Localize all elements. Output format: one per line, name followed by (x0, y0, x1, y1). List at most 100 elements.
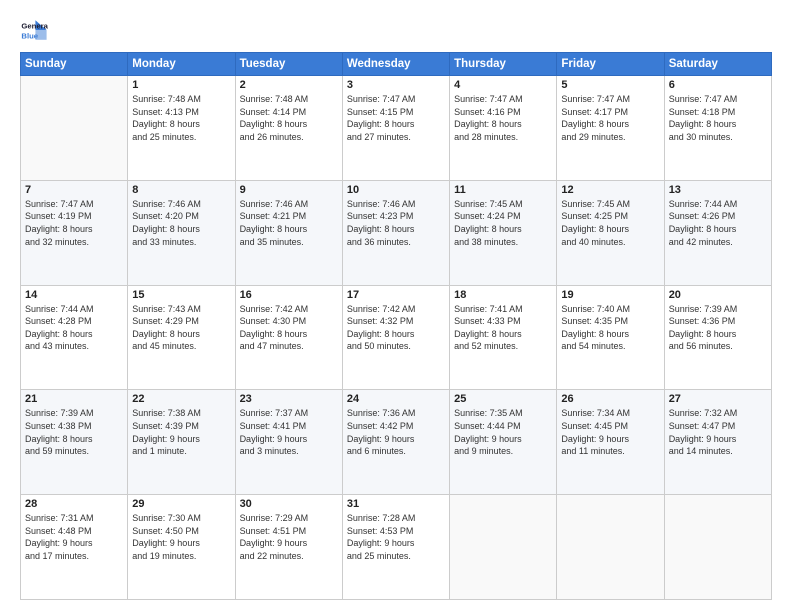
day-info: Sunrise: 7:46 AM Sunset: 4:23 PM Dayligh… (347, 198, 445, 248)
day-info: Sunrise: 7:41 AM Sunset: 4:33 PM Dayligh… (454, 303, 552, 353)
weekday-header-tuesday: Tuesday (235, 53, 342, 76)
day-number: 23 (240, 393, 338, 405)
week-row-3: 21 Sunrise: 7:39 AM Sunset: 4:38 PM Dayli… (21, 390, 772, 495)
day-cell: 17 Sunrise: 7:42 AM Sunset: 4:32 PM Dayli… (342, 285, 449, 390)
weekday-header-sunday: Sunday (21, 53, 128, 76)
day-cell: 2 Sunrise: 7:48 AM Sunset: 4:14 PM Daylig… (235, 76, 342, 181)
day-cell: 31 Sunrise: 7:28 AM Sunset: 4:53 PM Dayli… (342, 495, 449, 600)
day-cell: 9Sunrise: 7:46 AM Sunset: 4:21 PM Daylig… (235, 180, 342, 285)
day-number: 15 (132, 289, 230, 301)
day-cell: 3 Sunrise: 7:47 AM Sunset: 4:15 PM Daylig… (342, 76, 449, 181)
day-number: 24 (347, 393, 445, 405)
day-info: Sunrise: 7:42 AM Sunset: 4:30 PM Dayligh… (240, 303, 338, 353)
day-info: Sunrise: 7:37 AM Sunset: 4:41 PM Dayligh… (240, 407, 338, 457)
day-number: 17 (347, 289, 445, 301)
day-cell (664, 495, 771, 600)
day-number: 10 (347, 184, 445, 196)
day-info: Sunrise: 7:47 AM Sunset: 4:15 PM Dayligh… (347, 93, 445, 143)
day-cell: 27 Sunrise: 7:32 AM Sunset: 4:47 PM Dayli… (664, 390, 771, 495)
day-cell: 19Sunrise: 7:40 AM Sunset: 4:35 PM Dayli… (557, 285, 664, 390)
day-number: 21 (25, 393, 123, 405)
day-number: 1 (132, 79, 230, 91)
day-number: 11 (454, 184, 552, 196)
day-cell: 18Sunrise: 7:41 AM Sunset: 4:33 PM Dayli… (450, 285, 557, 390)
day-cell: 5Sunrise: 7:47 AM Sunset: 4:17 PM Daylig… (557, 76, 664, 181)
day-info: Sunrise: 7:48 AM Sunset: 4:13 PM Dayligh… (132, 93, 230, 143)
week-row-1: 7Sunrise: 7:47 AM Sunset: 4:19 PM Daylig… (21, 180, 772, 285)
day-number: 5 (561, 79, 659, 91)
day-cell: 24 Sunrise: 7:36 AM Sunset: 4:42 PM Dayli… (342, 390, 449, 495)
weekday-header-saturday: Saturday (664, 53, 771, 76)
day-info: Sunrise: 7:45 AM Sunset: 4:24 PM Dayligh… (454, 198, 552, 248)
day-cell: 14 Sunrise: 7:44 AM Sunset: 4:28 PM Dayli… (21, 285, 128, 390)
day-cell: 30Sunrise: 7:29 AM Sunset: 4:51 PM Dayli… (235, 495, 342, 600)
day-info: Sunrise: 7:39 AM Sunset: 4:38 PM Dayligh… (25, 407, 123, 457)
day-info: Sunrise: 7:44 AM Sunset: 4:28 PM Dayligh… (25, 303, 123, 353)
day-cell: 13Sunrise: 7:44 AM Sunset: 4:26 PM Dayli… (664, 180, 771, 285)
day-cell (557, 495, 664, 600)
day-cell: 28 Sunrise: 7:31 AM Sunset: 4:48 PM Dayli… (21, 495, 128, 600)
day-cell: 7Sunrise: 7:47 AM Sunset: 4:19 PM Daylig… (21, 180, 128, 285)
day-number: 4 (454, 79, 552, 91)
day-info: Sunrise: 7:48 AM Sunset: 4:14 PM Dayligh… (240, 93, 338, 143)
day-cell (21, 76, 128, 181)
day-info: Sunrise: 7:47 AM Sunset: 4:16 PM Dayligh… (454, 93, 552, 143)
day-number: 3 (347, 79, 445, 91)
weekday-header-thursday: Thursday (450, 53, 557, 76)
week-row-0: 1 Sunrise: 7:48 AM Sunset: 4:13 PM Daylig… (21, 76, 772, 181)
day-info: Sunrise: 7:47 AM Sunset: 4:18 PM Dayligh… (669, 93, 767, 143)
day-cell: 1 Sunrise: 7:48 AM Sunset: 4:13 PM Daylig… (128, 76, 235, 181)
weekday-header-monday: Monday (128, 53, 235, 76)
day-info: Sunrise: 7:32 AM Sunset: 4:47 PM Dayligh… (669, 407, 767, 457)
day-cell: 6 Sunrise: 7:47 AM Sunset: 4:18 PM Daylig… (664, 76, 771, 181)
day-info: Sunrise: 7:35 AM Sunset: 4:44 PM Dayligh… (454, 407, 552, 457)
header: General Blue (20, 16, 772, 44)
day-info: Sunrise: 7:30 AM Sunset: 4:50 PM Dayligh… (132, 512, 230, 562)
day-cell: 23 Sunrise: 7:37 AM Sunset: 4:41 PM Dayli… (235, 390, 342, 495)
day-info: Sunrise: 7:43 AM Sunset: 4:29 PM Dayligh… (132, 303, 230, 353)
day-cell: 10 Sunrise: 7:46 AM Sunset: 4:23 PM Dayli… (342, 180, 449, 285)
day-number: 6 (669, 79, 767, 91)
day-number: 29 (132, 498, 230, 510)
weekday-header-friday: Friday (557, 53, 664, 76)
day-cell: 29 Sunrise: 7:30 AM Sunset: 4:50 PM Dayli… (128, 495, 235, 600)
day-number: 14 (25, 289, 123, 301)
day-cell (450, 495, 557, 600)
day-cell: 16 Sunrise: 7:42 AM Sunset: 4:30 PM Dayli… (235, 285, 342, 390)
day-info: Sunrise: 7:36 AM Sunset: 4:42 PM Dayligh… (347, 407, 445, 457)
logo: General Blue (20, 16, 48, 44)
calendar-page: General Blue SundayMondayTuesdayWednesda… (0, 0, 792, 612)
day-info: Sunrise: 7:28 AM Sunset: 4:53 PM Dayligh… (347, 512, 445, 562)
day-number: 26 (561, 393, 659, 405)
day-number: 27 (669, 393, 767, 405)
weekday-header-row: SundayMondayTuesdayWednesdayThursdayFrid… (21, 53, 772, 76)
day-number: 25 (454, 393, 552, 405)
day-cell: 15 Sunrise: 7:43 AM Sunset: 4:29 PM Dayli… (128, 285, 235, 390)
day-info: Sunrise: 7:46 AM Sunset: 4:20 PM Dayligh… (132, 198, 230, 248)
day-number: 16 (240, 289, 338, 301)
day-cell: 11 Sunrise: 7:45 AM Sunset: 4:24 PM Dayli… (450, 180, 557, 285)
day-info: Sunrise: 7:45 AM Sunset: 4:25 PM Dayligh… (561, 198, 659, 248)
day-info: Sunrise: 7:38 AM Sunset: 4:39 PM Dayligh… (132, 407, 230, 457)
day-number: 22 (132, 393, 230, 405)
day-info: Sunrise: 7:31 AM Sunset: 4:48 PM Dayligh… (25, 512, 123, 562)
day-cell: 21 Sunrise: 7:39 AM Sunset: 4:38 PM Dayli… (21, 390, 128, 495)
day-cell: 4 Sunrise: 7:47 AM Sunset: 4:16 PM Daylig… (450, 76, 557, 181)
day-info: Sunrise: 7:39 AM Sunset: 4:36 PM Dayligh… (669, 303, 767, 353)
day-number: 12 (561, 184, 659, 196)
svg-text:Blue: Blue (21, 31, 38, 40)
day-info: Sunrise: 7:42 AM Sunset: 4:32 PM Dayligh… (347, 303, 445, 353)
week-row-2: 14 Sunrise: 7:44 AM Sunset: 4:28 PM Dayli… (21, 285, 772, 390)
day-info: Sunrise: 7:40 AM Sunset: 4:35 PM Dayligh… (561, 303, 659, 353)
day-info: Sunrise: 7:34 AM Sunset: 4:45 PM Dayligh… (561, 407, 659, 457)
day-cell: 25 Sunrise: 7:35 AM Sunset: 4:44 PM Dayli… (450, 390, 557, 495)
day-number: 13 (669, 184, 767, 196)
day-number: 7 (25, 184, 123, 196)
calendar-table: SundayMondayTuesdayWednesdayThursdayFrid… (20, 52, 772, 600)
day-cell: 8Sunrise: 7:46 AM Sunset: 4:20 PM Daylig… (128, 180, 235, 285)
day-number: 28 (25, 498, 123, 510)
day-number: 31 (347, 498, 445, 510)
logo-icon: General Blue (20, 16, 48, 44)
day-number: 2 (240, 79, 338, 91)
day-cell: 12 Sunrise: 7:45 AM Sunset: 4:25 PM Dayli… (557, 180, 664, 285)
